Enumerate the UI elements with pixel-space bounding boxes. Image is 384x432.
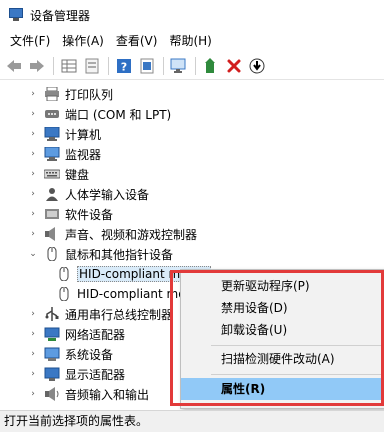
tree-item-label: 通用串行总线控制器 [65, 307, 174, 322]
tree-item-print-queue[interactable]: › 打印队列 [0, 84, 384, 104]
menu-bar: 文件(F) 操作(A) 查看(V) 帮助(H) [0, 30, 384, 52]
tree-item-mice[interactable]: ⌄ 鼠标和其他指针设备 [0, 244, 384, 264]
menu-separator [211, 374, 383, 375]
chevron-right-icon[interactable]: › [28, 129, 38, 139]
context-menu: 更新驱动程序(P) 禁用设备(D) 卸载设备(U) 扫描检测硬件改动(A) 属性… [180, 269, 384, 409]
toolbar-separator [108, 56, 109, 75]
network-icon [44, 327, 60, 341]
help-icon[interactable]: ? [114, 56, 134, 76]
tree-item-label: 声音、视频和游戏控制器 [65, 227, 198, 242]
menu-separator [211, 345, 383, 346]
mouse-icon [56, 286, 72, 302]
chevron-right-icon[interactable]: › [28, 169, 38, 179]
chevron-right-icon[interactable]: › [28, 329, 38, 339]
chevron-right-icon[interactable]: › [28, 229, 38, 239]
keyboard-icon [43, 167, 61, 181]
chevron-right-icon[interactable]: › [28, 349, 38, 359]
status-bar: 打开当前选择项的属性表。 [0, 410, 384, 432]
usb-icon [44, 307, 60, 321]
scan-hardware-icon[interactable] [169, 56, 189, 76]
display-adapter-icon [44, 367, 60, 381]
mouse-icon [44, 246, 60, 262]
chevron-right-icon[interactable]: › [28, 309, 38, 319]
tree-item-label: 音频输入和输出 [65, 387, 150, 402]
menu-item-scan-hardware[interactable]: 扫描检测硬件改动(A) [181, 348, 384, 370]
device-manager-icon [8, 8, 24, 22]
chevron-right-icon[interactable]: › [28, 189, 38, 199]
install-icon[interactable] [247, 56, 267, 76]
back-arrow-icon[interactable] [4, 56, 24, 76]
tree-item-label: 键盘 [65, 167, 90, 182]
mouse-icon [56, 266, 72, 282]
menu-item-uninstall-device[interactable]: 卸载设备(U) [181, 319, 384, 341]
port-icon [44, 107, 60, 121]
title-bar: 设备管理器 [0, 0, 384, 30]
tree-item-label: 端口 (COM 和 LPT) [65, 107, 172, 122]
properties-grid-icon[interactable] [59, 56, 79, 76]
properties-page-icon[interactable] [82, 56, 102, 76]
tree-item-label: 系统设备 [65, 347, 114, 362]
show-hidden-icon[interactable] [137, 56, 157, 76]
monitor-icon [44, 146, 60, 161]
toolbar: ? [0, 52, 384, 80]
forward-arrow-icon[interactable] [27, 56, 47, 76]
tree-item-monitors[interactable]: › 监视器 [0, 144, 384, 164]
tree-item-label: 软件设备 [65, 207, 114, 222]
chevron-right-icon[interactable]: › [28, 209, 38, 219]
speaker-icon [44, 227, 60, 241]
menu-item-properties[interactable]: 属性(R) [181, 378, 384, 400]
audio-icon [44, 387, 60, 401]
printer-icon [44, 86, 60, 102]
tree-item-label: 打印队列 [65, 87, 114, 102]
toolbar-separator [53, 56, 54, 75]
menu-view[interactable]: 查看(V) [110, 30, 164, 52]
tree-item-label: 显示适配器 [65, 367, 126, 382]
tree-item-keyboards[interactable]: › 键盘 [0, 164, 384, 184]
menu-help[interactable]: 帮助(H) [163, 30, 217, 52]
tree-item-sound-video[interactable]: › 声音、视频和游戏控制器 [0, 224, 384, 244]
system-device-icon [44, 347, 60, 361]
tree-item-computer[interactable]: › 计算机 [0, 124, 384, 144]
chevron-right-icon[interactable]: › [28, 89, 38, 99]
toolbar-separator [195, 56, 196, 75]
uninstall-icon[interactable] [224, 56, 244, 76]
chevron-right-icon[interactable]: › [28, 109, 38, 119]
computer-icon [44, 126, 60, 141]
chevron-right-icon[interactable]: › [28, 149, 38, 159]
chevron-right-icon[interactable]: › [28, 369, 38, 379]
menu-item-disable-device[interactable]: 禁用设备(D) [181, 297, 384, 319]
tree-item-hid[interactable]: › 人体学输入设备 [0, 184, 384, 204]
tree-item-label: 人体学输入设备 [65, 187, 150, 202]
software-device-icon [44, 207, 60, 221]
tree-item-ports[interactable]: › 端口 (COM 和 LPT) [0, 104, 384, 124]
toolbar-separator [163, 56, 164, 75]
menu-file[interactable]: 文件(F) [4, 30, 56, 52]
chevron-right-icon[interactable]: › [28, 389, 38, 399]
hid-icon [44, 187, 60, 201]
tree-item-label: 鼠标和其他指针设备 [65, 247, 174, 262]
menu-action[interactable]: 操作(A) [56, 30, 110, 52]
tree-item-label: 监视器 [65, 147, 102, 162]
chevron-down-icon[interactable]: ⌄ [28, 249, 38, 259]
tree-item-label: 计算机 [65, 127, 102, 142]
window-title: 设备管理器 [30, 8, 91, 23]
update-driver-icon[interactable] [201, 56, 221, 76]
tree-item-label: 网络适配器 [65, 327, 126, 342]
svg-text:?: ? [121, 60, 127, 73]
menu-item-update-driver[interactable]: 更新驱动程序(P) [181, 275, 384, 297]
tree-item-software-devices[interactable]: › 软件设备 [0, 204, 384, 224]
